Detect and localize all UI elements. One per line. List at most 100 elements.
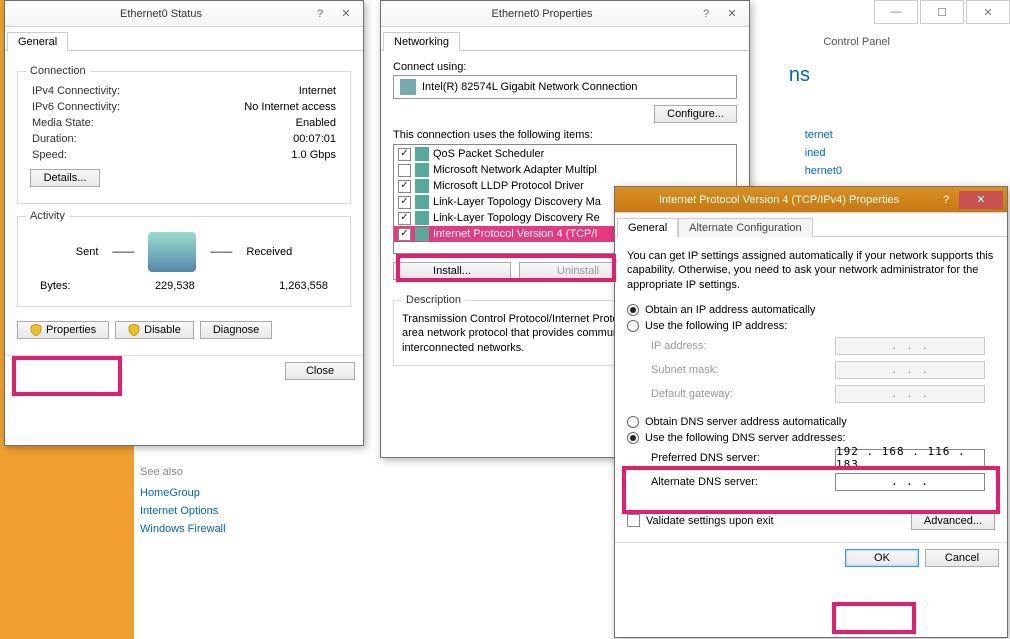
- control-panel-crumb[interactable]: Control Panel: [823, 36, 890, 48]
- window-controls-bg: — ☐ ✕: [872, 0, 1010, 30]
- list-item[interactable]: Microsoft Network Adapter Multipl: [394, 162, 736, 178]
- details-button[interactable]: Details...: [30, 169, 100, 187]
- minimize-bg[interactable]: —: [874, 0, 918, 24]
- list-item[interactable]: QoS Packet Scheduler: [394, 146, 736, 162]
- dns-manual-label: Use the following DNS server addresses:: [645, 432, 846, 444]
- adapter-name: Intel(R) 82574L Gigabit Network Connecti…: [422, 81, 637, 93]
- diagnose-button[interactable]: Diagnose: [200, 321, 272, 339]
- status-window: Ethernet0 Status ? ✕ General Connection …: [4, 0, 364, 446]
- desc-legend: Description: [402, 294, 465, 306]
- pref-dns-input[interactable]: 192 . 168 . 116 . 183: [835, 449, 985, 467]
- duration-value: 00:07:01: [293, 133, 336, 145]
- props-help-icon[interactable]: ?: [693, 5, 719, 23]
- media-label: Media State:: [32, 117, 94, 129]
- ip-auto-label: Obtain an IP address automatically: [645, 304, 815, 316]
- checkbox-icon[interactable]: [398, 196, 411, 209]
- connection-legend: Connection: [26, 65, 90, 77]
- props-close-icon[interactable]: ✕: [719, 5, 745, 23]
- ipv4-window: Internet Protocol Version 4 (TCP/IPv4) P…: [614, 186, 1008, 638]
- disable-button[interactable]: Disable: [115, 321, 194, 339]
- activity-group: Activity Sent —— —— Received Bytes: 229,…: [17, 210, 351, 307]
- cancel-button[interactable]: Cancel: [925, 549, 999, 567]
- ipv4-tab-general[interactable]: General: [617, 218, 678, 237]
- activity-divider2: ——: [210, 246, 232, 258]
- protocol-icon: [415, 195, 429, 209]
- nic-icon: [400, 79, 416, 95]
- shield-icon: [30, 324, 42, 336]
- see-also: See also HomeGroup Internet Options Wind…: [140, 466, 360, 538]
- alt-dns-input[interactable]: . . .: [835, 473, 985, 491]
- ok-button[interactable]: OK: [845, 549, 919, 567]
- checkbox-icon[interactable]: [398, 148, 411, 161]
- dns-auto-radio[interactable]: [627, 416, 639, 428]
- ipv6-value: No Internet access: [244, 101, 336, 113]
- speed-label: Speed:: [32, 149, 67, 161]
- ipv4-tab-alt[interactable]: Alternate Configuration: [678, 218, 813, 237]
- dns-auto-label: Obtain DNS server address automatically: [645, 416, 847, 428]
- duration-label: Duration:: [32, 133, 77, 145]
- ip-manual-radio[interactable]: [627, 320, 639, 332]
- validate-checkbox[interactable]: [627, 514, 640, 527]
- close-bg[interactable]: ✕: [966, 0, 1010, 24]
- bytes-label: Bytes:: [40, 280, 71, 292]
- maximize-bg[interactable]: ☐: [920, 0, 964, 24]
- list-item-label: Link-Layer Topology Discovery Re: [433, 212, 600, 224]
- protocol-icon: [415, 179, 429, 193]
- install-button[interactable]: Install...: [393, 262, 511, 280]
- close-button[interactable]: Close: [285, 362, 355, 380]
- adapter-field[interactable]: Intel(R) 82574L Gigabit Network Connecti…: [393, 75, 737, 99]
- ip-auto-radio[interactable]: [627, 304, 639, 316]
- disable-label: Disable: [144, 324, 181, 336]
- checkbox-icon[interactable]: [398, 228, 411, 241]
- gateway-label: Default gateway:: [651, 388, 733, 400]
- protocol-icon: [415, 163, 429, 177]
- subnet-label: Subnet mask:: [651, 364, 718, 376]
- status-title: Ethernet0 Status: [15, 8, 307, 20]
- advanced-button[interactable]: Advanced...: [911, 512, 995, 530]
- ipv6-label: IPv6 Connectivity:: [32, 101, 120, 113]
- properties-button[interactable]: Properties: [17, 321, 109, 339]
- checkbox-icon[interactable]: [398, 180, 411, 193]
- ipv4-label: IPv4 Connectivity:: [32, 85, 120, 97]
- network-icon: [148, 232, 196, 272]
- ipv4-help-icon[interactable]: ?: [933, 191, 959, 209]
- status-tab-general[interactable]: General: [7, 32, 68, 51]
- protocol-icon: [415, 147, 429, 161]
- shield-icon-2: [128, 324, 140, 336]
- subnet-input: . . .: [835, 361, 985, 379]
- received-label: Received: [246, 246, 292, 258]
- ip-addr-label: IP address:: [651, 340, 706, 352]
- tab-networking[interactable]: Networking: [383, 32, 460, 51]
- status-close-icon[interactable]: ✕: [333, 5, 359, 23]
- speed-value: 1.0 Gbps: [291, 149, 336, 161]
- bg-link-2[interactable]: ined: [805, 144, 842, 162]
- bytes-sent: 229,538: [71, 280, 279, 292]
- props-title: Ethernet0 Properties: [391, 8, 693, 20]
- checkbox-icon[interactable]: [398, 212, 411, 225]
- properties-label: Properties: [46, 324, 96, 336]
- ipv4-blurb: You can get IP settings assigned automat…: [627, 245, 995, 302]
- media-value: Enabled: [296, 117, 336, 129]
- configure-button[interactable]: Configure...: [654, 105, 737, 123]
- bg-link-3[interactable]: hernet0: [805, 162, 842, 180]
- list-item-label: Microsoft LLDP Protocol Driver: [433, 180, 584, 192]
- connect-using-label: Connect using:: [393, 59, 737, 75]
- items-label: This connection uses the following items…: [393, 129, 737, 144]
- see-also-firewall[interactable]: Windows Firewall: [140, 520, 360, 538]
- list-item-label: Internet Protocol Version 4 (TCP/I: [433, 228, 597, 240]
- see-also-header: See also: [140, 466, 360, 484]
- list-item-label: Link-Layer Topology Discovery Ma: [433, 196, 601, 208]
- list-item-label: Microsoft Network Adapter Multipl: [433, 164, 597, 176]
- see-also-internet-options[interactable]: Internet Options: [140, 502, 360, 520]
- activity-divider: ——: [112, 246, 134, 258]
- see-also-homegroup[interactable]: HomeGroup: [140, 484, 360, 502]
- dns-manual-radio[interactable]: [627, 432, 639, 444]
- validate-label: Validate settings upon exit: [646, 515, 774, 527]
- bytes-recv: 1,263,558: [279, 280, 328, 292]
- checkbox-icon[interactable]: [398, 164, 411, 177]
- bg-link-1[interactable]: ternet: [805, 126, 842, 144]
- status-help-icon[interactable]: ?: [307, 5, 333, 23]
- ipv4-close-icon[interactable]: ✕: [959, 191, 1003, 209]
- protocol-icon: [415, 227, 429, 241]
- protocol-icon: [415, 211, 429, 225]
